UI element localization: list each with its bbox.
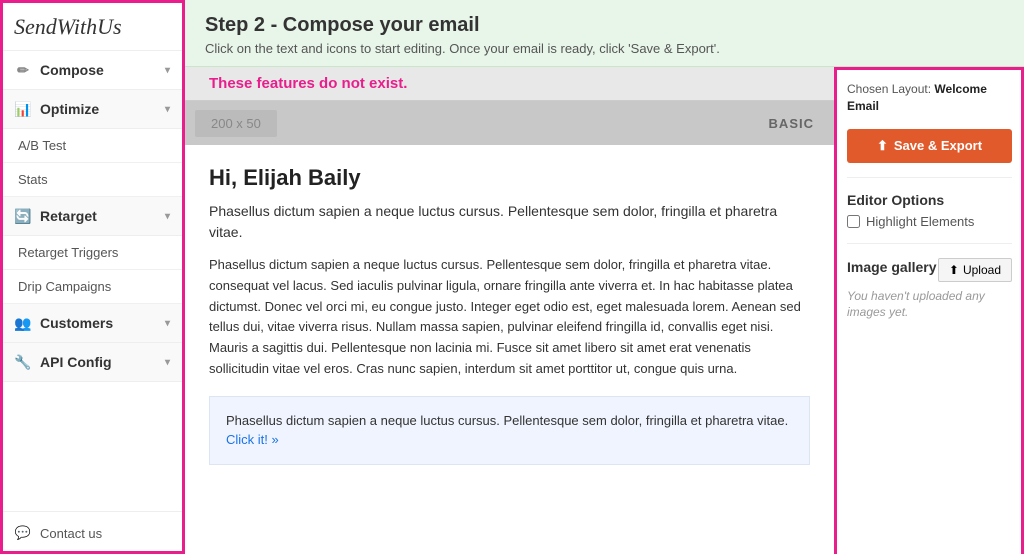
features-warning: These features do not exist. [199,69,417,98]
sidebar-logo: SendWithUs [0,0,184,51]
contact-label: Contact us [40,526,102,541]
email-body: Hi, Elijah Baily Phasellus dictum sapien… [185,145,834,485]
compose-label: Compose [40,62,104,78]
email-cta-text: Phasellus dictum sapien a neque luctus c… [226,413,788,428]
highlight-elements-row: Highlight Elements [847,214,1012,229]
sidebar: SendWithUs ✏ Compose ▾ 📊 Optimize ▾ A/B … [0,0,185,554]
panel-divider-2 [847,243,1012,244]
sidebar-item-api-config[interactable]: 🔧 API Config ▾ [0,343,184,382]
sidebar-item-stats[interactable]: Stats [0,163,184,197]
step-subtitle: Click on the text and icons to start edi… [205,41,1004,56]
email-greeting[interactable]: Hi, Elijah Baily [209,165,810,191]
email-toolbar: 200 x 50 BASIC [185,101,834,145]
retarget-label: Retarget [40,208,97,224]
optimize-icon: 📊 [14,100,32,118]
contact-icon: 💬 [14,524,32,542]
toolbar-size-placeholder[interactable]: 200 x 50 [195,110,277,137]
image-gallery-section: Image gallery ⬆ Upload You haven't uploa… [847,258,1012,322]
step-title: Step 2 - Compose your email [205,14,1004,37]
customers-label: Customers [40,315,113,331]
compose-icon: ✏ [14,61,32,79]
email-para2[interactable]: Phasellus dictum sapien a neque luctus c… [209,255,810,380]
layout-info: Chosen Layout: Welcome Email [847,81,1012,115]
retarget-icon: 🔄 [14,207,32,225]
customers-chevron: ▾ [165,318,170,329]
no-images-text: You haven't uploaded any images yet. [847,288,1012,322]
api-config-chevron: ▾ [165,357,170,368]
panel-divider-1 [847,177,1012,178]
editor-options-section: Editor Options Highlight Elements [847,192,1012,229]
optimize-label: Optimize [40,101,99,117]
sidebar-item-retarget-triggers[interactable]: Retarget Triggers [0,236,184,270]
image-gallery-title: Image gallery [847,259,937,275]
sidebar-item-contact-us[interactable]: 💬 Contact us [0,511,184,554]
save-export-label: Save & Export [894,138,982,153]
customers-icon: 👥 [14,314,32,332]
toolbar-basic-label: BASIC [769,116,824,131]
email-editor-area: These features do not exist. 200 x 50 BA… [185,67,1024,554]
main-area: Step 2 - Compose your email Click on the… [185,0,1024,554]
save-export-icon: ⬆ [877,138,888,154]
image-gallery-header: Image gallery ⬆ Upload [847,258,1012,282]
api-config-label: API Config [40,354,112,370]
email-para1[interactable]: Phasellus dictum sapien a neque luctus c… [209,201,810,243]
upload-label: Upload [963,263,1001,277]
save-export-button[interactable]: ⬆ Save & Export [847,129,1012,163]
email-cta-box[interactable]: Phasellus dictum sapien a neque luctus c… [209,396,810,465]
upload-icon: ⬆ [949,263,959,277]
sidebar-item-retarget[interactable]: 🔄 Retarget ▾ [0,197,184,236]
chosen-layout-label: Chosen Layout: [847,82,931,96]
retarget-chevron: ▾ [165,211,170,222]
sidebar-item-customers[interactable]: 👥 Customers ▾ [0,304,184,343]
sidebar-item-optimize[interactable]: 📊 Optimize ▾ [0,90,184,129]
highlight-elements-checkbox[interactable] [847,215,860,228]
sidebar-item-ab-test[interactable]: A/B Test [0,129,184,163]
highlight-elements-label: Highlight Elements [866,214,974,229]
upload-button[interactable]: ⬆ Upload [938,258,1012,282]
sidebar-item-compose[interactable]: ✏ Compose ▾ [0,51,184,90]
optimize-chevron: ▾ [165,104,170,115]
sidebar-item-drip-campaigns[interactable]: Drip Campaigns [0,270,184,304]
api-config-icon: 🔧 [14,353,32,371]
email-cta-link[interactable]: Click it! » [226,432,279,447]
editor-options-title: Editor Options [847,192,1012,208]
compose-chevron: ▾ [165,65,170,76]
step-header: Step 2 - Compose your email Click on the… [185,0,1024,67]
right-panel: Chosen Layout: Welcome Email ⬆ Save & Ex… [834,67,1024,554]
email-canvas: These features do not exist. 200 x 50 BA… [185,67,834,554]
